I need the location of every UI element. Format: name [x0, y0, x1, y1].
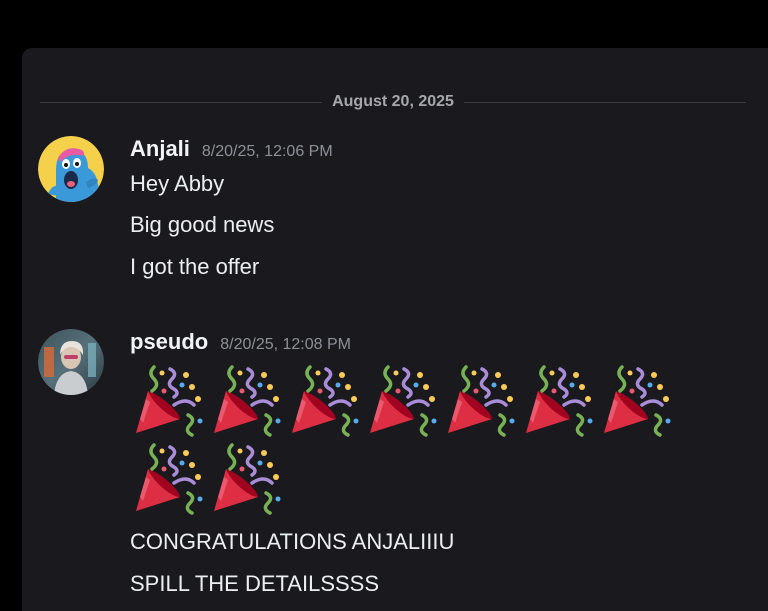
avatar[interactable] [38, 329, 104, 395]
person-photo-avatar-icon [38, 329, 104, 395]
emoji-row [130, 361, 746, 439]
emoji-block [130, 361, 746, 517]
party-popper-icon [286, 361, 364, 439]
author-name[interactable]: Anjali [130, 136, 190, 162]
message-text: CONGRATULATIONS ANJALIIIU [130, 529, 455, 554]
party-popper-icon [598, 361, 676, 439]
party-popper-icon [208, 361, 286, 439]
message-header: pseudo 8/20/25, 12:08 PM [130, 329, 746, 357]
party-popper-icon [130, 361, 208, 439]
party-popper-icon [520, 361, 598, 439]
message-text: Hey Abby [130, 171, 225, 196]
avatar[interactable] [38, 136, 104, 202]
message-text: I got the offer [130, 254, 260, 279]
divider-line-left [40, 101, 323, 103]
party-popper-icon [130, 439, 208, 517]
blue-monster-avatar-icon [38, 136, 104, 202]
party-popper-icon [442, 361, 520, 439]
discord-app: August 20, 2025 Anjali 8/20/25, 12:06 PM… [0, 0, 768, 611]
message-timestamp[interactable]: 8/20/25, 12:06 PM [202, 143, 333, 161]
emoji-row [130, 439, 746, 517]
message-text: SPILL THE DETAILSSSS [130, 571, 380, 596]
date-divider: August 20, 2025 [40, 92, 747, 112]
party-popper-icon [364, 361, 442, 439]
party-popper-icon [208, 439, 286, 517]
message-timestamp[interactable]: 8/20/25, 12:08 PM [220, 336, 351, 354]
message-content: Anjali 8/20/25, 12:06 PM Hey Abby Big go… [130, 136, 746, 288]
message-header: Anjali 8/20/25, 12:06 PM [130, 136, 746, 164]
message-content: pseudo 8/20/25, 12:08 PM CONGRATULATIONS… [130, 329, 746, 605]
divider-line-right [463, 101, 747, 103]
message-text: Big good news [130, 212, 275, 237]
author-name[interactable]: pseudo [130, 329, 208, 355]
divider-date: August 20, 2025 [332, 93, 454, 110]
